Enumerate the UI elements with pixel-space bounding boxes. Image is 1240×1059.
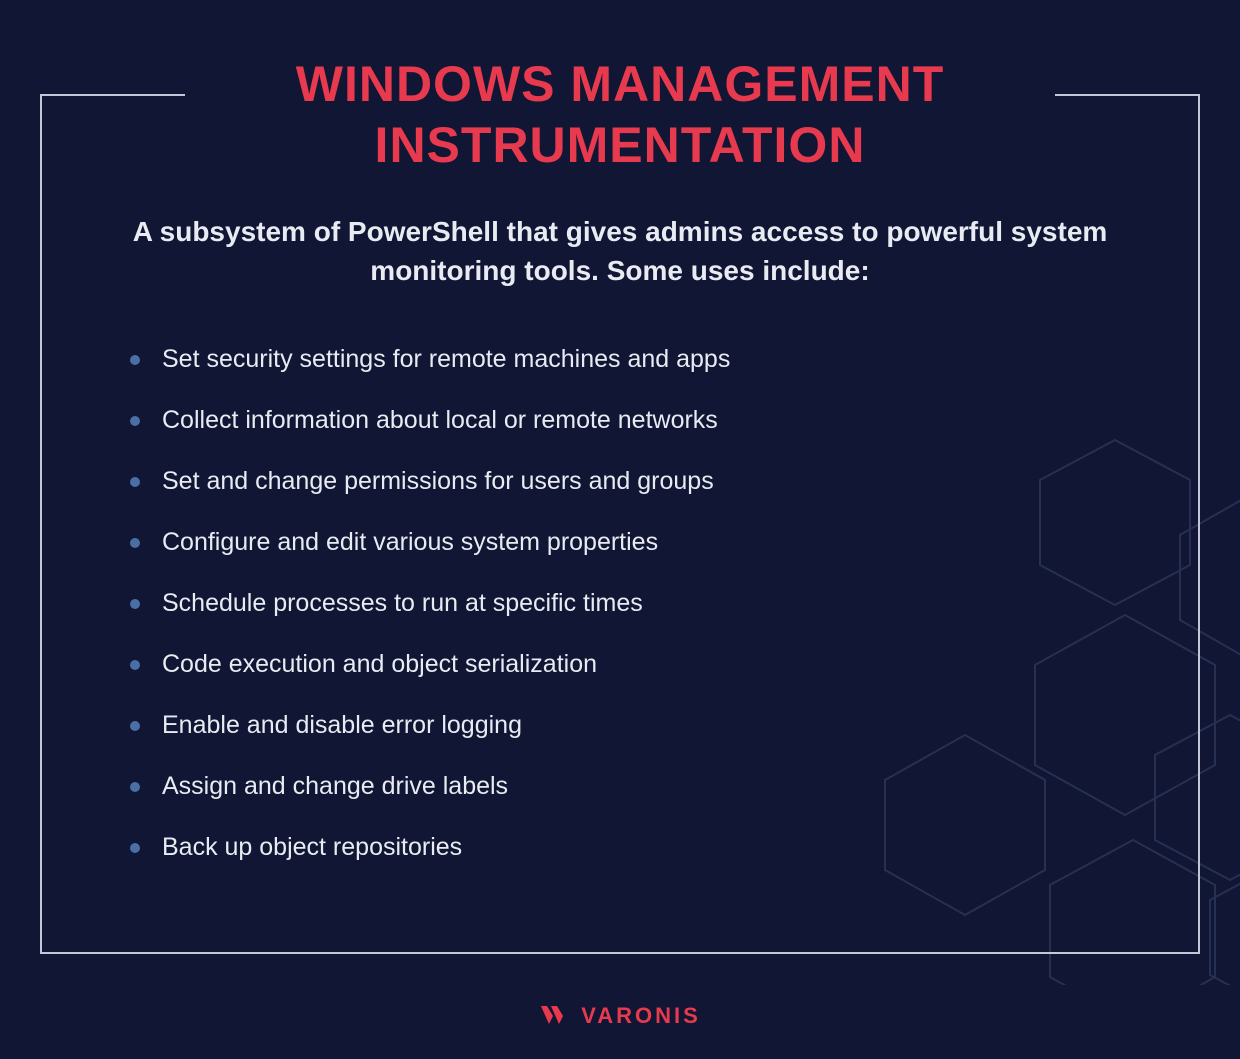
list-item-text: Enable and disable error logging <box>162 711 522 740</box>
list-item: Collect information about local or remot… <box>130 406 730 435</box>
list-item: Enable and disable error logging <box>130 711 730 740</box>
list-item-text: Set security settings for remote machine… <box>162 345 730 374</box>
list-item-text: Collect information about local or remot… <box>162 406 718 435</box>
list-item: Assign and change drive labels <box>130 772 730 801</box>
list-item-text: Assign and change drive labels <box>162 772 508 801</box>
bullet-icon <box>130 416 140 426</box>
bullet-icon <box>130 782 140 792</box>
list-item-text: Back up object repositories <box>162 833 462 862</box>
list-item: Set and change permissions for users and… <box>130 467 730 496</box>
bullet-icon <box>130 538 140 548</box>
brand-name: VARONIS <box>581 1003 701 1029</box>
list-item-text: Configure and edit various system proper… <box>162 528 658 557</box>
varonis-logo-icon <box>539 1004 571 1028</box>
brand-footer: VARONIS <box>0 1003 1240 1029</box>
uses-list: Set security settings for remote machine… <box>130 345 730 894</box>
title-line-1: WINDOWS MANAGEMENT <box>296 56 945 112</box>
list-item-text: Code execution and object serialization <box>162 650 597 679</box>
list-item: Schedule processes to run at specific ti… <box>130 589 730 618</box>
title-line-2: INSTRUMENTATION <box>375 117 866 173</box>
list-item: Code execution and object serialization <box>130 650 730 679</box>
bullet-icon <box>130 721 140 731</box>
list-item: Configure and edit various system proper… <box>130 528 730 557</box>
list-item: Set security settings for remote machine… <box>130 345 730 374</box>
bullet-icon <box>130 355 140 365</box>
bullet-icon <box>130 599 140 609</box>
list-item: Back up object repositories <box>130 833 730 862</box>
bullet-icon <box>130 660 140 670</box>
list-item-text: Set and change permissions for users and… <box>162 467 714 496</box>
list-item-text: Schedule processes to run at specific ti… <box>162 589 643 618</box>
description: A subsystem of PowerShell that gives adm… <box>100 212 1140 290</box>
bullet-icon <box>130 843 140 853</box>
title-container: WINDOWS MANAGEMENT INSTRUMENTATION <box>0 54 1240 176</box>
page-title: WINDOWS MANAGEMENT INSTRUMENTATION <box>266 54 975 176</box>
bullet-icon <box>130 477 140 487</box>
